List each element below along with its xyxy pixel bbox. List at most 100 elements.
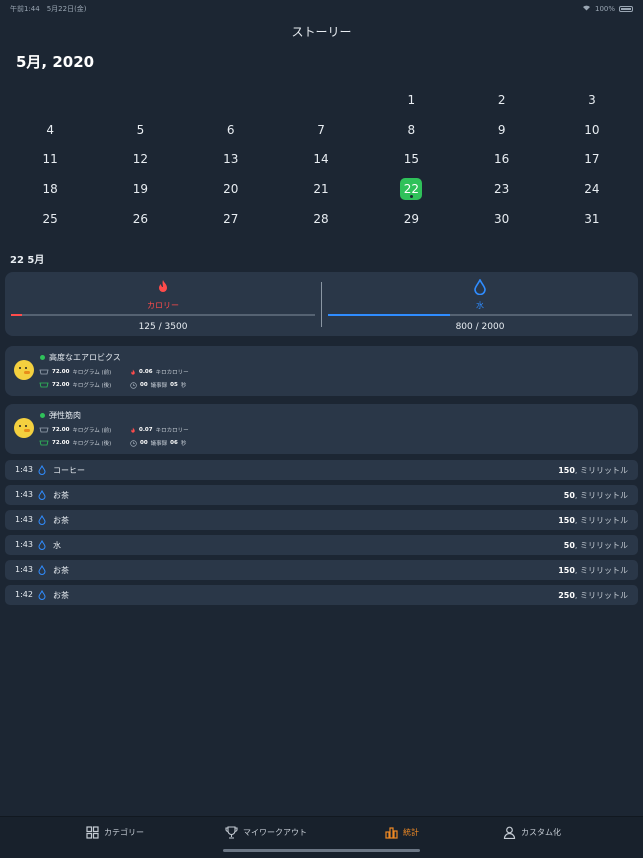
- calendar-day-number: 19: [132, 182, 149, 197]
- drink-name: 水: [53, 541, 61, 550]
- calendar-day[interactable]: 15: [366, 145, 456, 175]
- calendar-day[interactable]: 19: [95, 174, 185, 204]
- drink-amount-unit: , ミリリットル: [574, 516, 628, 525]
- calendar-day[interactable]: 28: [276, 204, 366, 234]
- tab-label: カテゴリー: [104, 828, 144, 837]
- calendar-day[interactable]: 6: [186, 115, 276, 145]
- calendar-day-number: 9: [497, 122, 506, 137]
- weight-before-value: 72.00: [52, 427, 70, 433]
- selected-date-label: 22 5月: [10, 255, 45, 266]
- drink-amount-value: 150: [558, 516, 575, 525]
- drink-row[interactable]: 1:43 コーヒー 150, ミリリットル: [5, 460, 638, 480]
- drink-row[interactable]: 1:43 水 50, ミリリットル: [5, 535, 638, 555]
- tab-label: マイワークアウト: [243, 828, 307, 837]
- calendar-day-number: 18: [42, 182, 58, 197]
- calendar-day[interactable]: 2: [456, 85, 546, 115]
- calendar-day[interactable]: 25: [5, 204, 95, 234]
- weight-before: 72.00 キログラム (前): [39, 426, 111, 434]
- calendar-day[interactable]: 12: [95, 145, 185, 175]
- calendar-day[interactable]: 5: [95, 115, 185, 145]
- kcal-value: 0.07: [139, 427, 153, 433]
- calendar-day[interactable]: 29: [366, 204, 456, 234]
- tab-categories[interactable]: カテゴリー: [86, 826, 144, 839]
- tab-label: カスタム化: [521, 828, 561, 837]
- calendar-day[interactable]: 31: [547, 204, 637, 234]
- calendar-day-number: 14: [313, 152, 329, 167]
- drink-amount: 150, ミリリットル: [558, 465, 628, 476]
- duration-min: 00: [140, 440, 148, 446]
- kcal-unit: キロカロリー: [155, 428, 189, 434]
- calendar-day-number: 7: [317, 122, 325, 137]
- drink-name: お茶: [53, 591, 69, 600]
- calendar-day[interactable]: 21: [276, 174, 366, 204]
- calendar-day[interactable]: 3: [547, 85, 637, 115]
- home-indicator: [223, 849, 420, 852]
- weight-after-value: 72.00: [52, 440, 70, 446]
- calendar-day[interactable]: 20: [186, 174, 276, 204]
- calendar-day-number: 30: [493, 212, 510, 227]
- person-icon: [503, 826, 516, 839]
- calendar-day[interactable]: 24: [547, 174, 637, 204]
- trophy-icon: [225, 826, 238, 839]
- calendar-day-number: 22: [400, 178, 423, 201]
- tab-customize[interactable]: カスタム化: [503, 826, 561, 839]
- drink-amount-value: 250: [558, 591, 575, 600]
- workout-card[interactable]: 高度なエアロビクス 72.00 キログラム (前) 72.00 キログラム (後…: [5, 346, 638, 396]
- drink-time: 1:43: [15, 515, 33, 524]
- duration-sec-unit: 秒: [180, 383, 187, 389]
- duration-min: 00: [140, 382, 148, 388]
- status-right: 100%: [582, 4, 633, 13]
- drink-row[interactable]: 1:43 お茶 150, ミリリットル: [5, 510, 638, 530]
- calendar-day-number: 12: [132, 152, 149, 167]
- calendar-empty-cell: [95, 85, 185, 115]
- calendar-day[interactable]: 14: [276, 145, 366, 175]
- calendar-day[interactable]: 9: [456, 115, 546, 145]
- weight-before-unit: キログラム (前): [72, 370, 112, 376]
- scale-icon: [39, 427, 49, 433]
- calendar-day[interactable]: 11: [5, 145, 95, 175]
- drink-time: 1:43: [15, 565, 33, 574]
- drink-time: 1:43: [15, 465, 33, 474]
- calorie-summary[interactable]: カロリー 125 / 3500: [5, 272, 321, 336]
- calendar-day[interactable]: 13: [186, 145, 276, 175]
- weight-after: 72.00 キログラム (後): [39, 439, 111, 447]
- weight-after-value: 72.00: [52, 382, 70, 388]
- calendar-day-number: 6: [226, 122, 235, 137]
- drink-amount-unit: , ミリリットル: [574, 491, 628, 500]
- workout-name: 高度なエアロビクス: [49, 353, 121, 362]
- calendar-day[interactable]: 10: [547, 115, 637, 145]
- drink-row[interactable]: 1:43 お茶 50, ミリリットル: [5, 485, 638, 505]
- drink-time: 1:43: [15, 540, 33, 549]
- calendar-day-number: 29: [403, 212, 419, 227]
- clock-icon: [130, 381, 137, 389]
- drink-amount-unit: , ミリリットル: [574, 591, 628, 600]
- tab-statistics[interactable]: 統計: [385, 826, 419, 839]
- calendar-day[interactable]: 8: [366, 115, 456, 145]
- wifi-icon: [582, 4, 591, 13]
- workout-card[interactable]: 弾性筋肉 72.00 キログラム (前) 72.00 キログラム (後) 0.0…: [5, 404, 638, 454]
- calendar-day[interactable]: 4: [5, 115, 95, 145]
- water-summary[interactable]: 水 800 / 2000: [322, 272, 638, 336]
- calorie-progress-fill: [11, 314, 22, 316]
- scale-icon: [39, 369, 49, 375]
- calendar-day[interactable]: 27: [186, 204, 276, 234]
- calendar-day[interactable]: 1: [366, 85, 456, 115]
- tab-my-workout[interactable]: マイワークアウト: [225, 826, 307, 839]
- calendar-day[interactable]: 30: [456, 204, 546, 234]
- drink-name: お茶: [53, 516, 69, 525]
- calendar-day[interactable]: 16: [456, 145, 546, 175]
- calendar-day[interactable]: 7: [276, 115, 366, 145]
- calendar-day[interactable]: 26: [95, 204, 185, 234]
- calendar-day-number: 24: [584, 182, 600, 197]
- calendar-day[interactable]: 23: [456, 174, 546, 204]
- weight-before-value: 72.00: [52, 369, 70, 375]
- calendar-day[interactable]: 22: [366, 174, 456, 204]
- drink-row[interactable]: 1:43 お茶 150, ミリリットル: [5, 560, 638, 580]
- calendar-day[interactable]: 18: [5, 174, 95, 204]
- calendar-day[interactable]: 17: [547, 145, 637, 175]
- workout-avatar-icon: [14, 418, 34, 438]
- drink-row[interactable]: 1:42 お茶 250, ミリリットル: [5, 585, 638, 605]
- duration-sec-unit: 秒: [180, 441, 187, 447]
- duration-min-unit: 議事録: [150, 383, 168, 389]
- calendar-day-number: 8: [407, 122, 416, 137]
